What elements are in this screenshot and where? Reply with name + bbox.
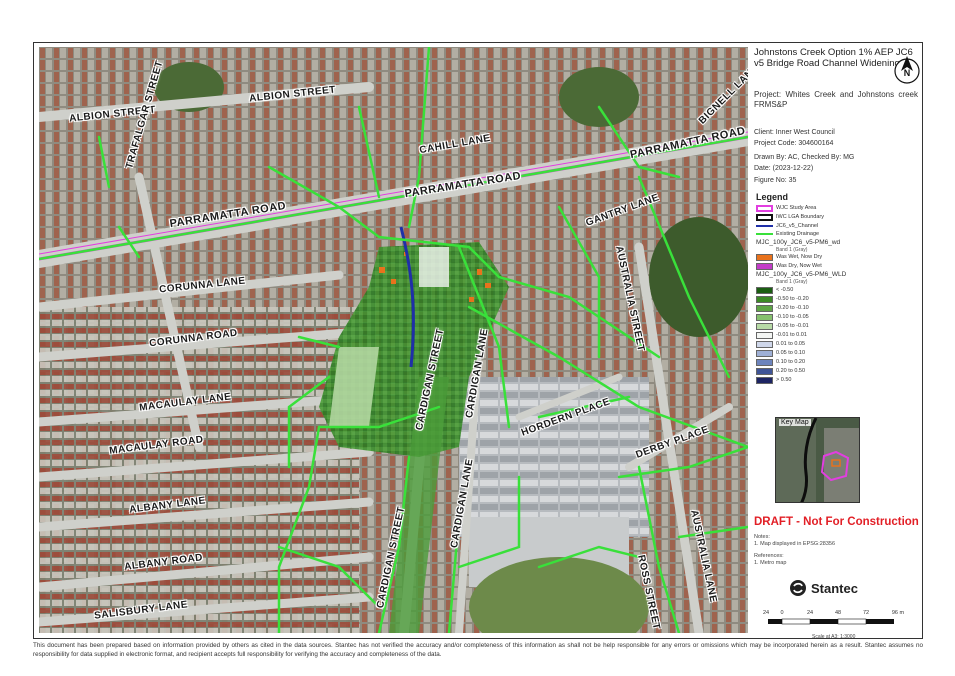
- legend-wd-heading: MJC_100y_JC6_v5-PM6_wd: [756, 239, 841, 246]
- stantec-logo-icon: [790, 580, 806, 596]
- legend-item-channel: JC6_v5_Channel: [756, 222, 818, 230]
- stantec-logo: Stantec: [789, 578, 858, 598]
- legend-item-wet-now-dry: Was Wet, Now Dry: [756, 253, 822, 261]
- notes-heading: Notes:: [754, 534, 770, 540]
- legend-wld-band: Band 1 (Gray): [776, 279, 808, 285]
- date-text: Date: (2023-12-22): [754, 165, 814, 172]
- draft-notice: DRAFT - Not For Construction: [754, 516, 919, 528]
- legend-wld-heading: MJC_100y_JC6_v5-PM6_WLD: [756, 271, 847, 278]
- key-map-canvas: [776, 418, 859, 502]
- legend-item-wld: -0.01 to 0.01: [756, 331, 807, 339]
- notes-text: 1. Map displayed in EPSG:28356: [754, 541, 836, 547]
- legend-item-wld: -0.20 to -0.10: [756, 304, 809, 312]
- legend-title: Legend: [756, 192, 789, 202]
- legend-item-wld: -0.50 to -0.20: [756, 295, 809, 303]
- figure-number-text: Figure No: 35: [754, 177, 797, 184]
- scale-tick: 24: [763, 610, 769, 616]
- key-map: Key Map: [775, 417, 860, 503]
- legend-item-wld: 0.10 to 0.20: [756, 358, 805, 366]
- legend-item-wld: > 0.50: [756, 376, 791, 384]
- scale-bar: 24 0 24 48 72 96 m: [763, 610, 905, 625]
- drawn-by-text: Drawn By: AC, Checked By: MG: [754, 154, 855, 161]
- legend-item-wld: -0.10 to -0.05: [756, 313, 809, 321]
- legend-item-wld: 0.01 to 0.05: [756, 340, 805, 348]
- scale-tick: 48: [835, 610, 841, 616]
- scale-tick: 0: [780, 610, 783, 616]
- map-view[interactable]: ALBION STREET ALBION STREET TRAFALGAR ST…: [39, 47, 748, 633]
- legend-item-lga-boundary: IWC LGA Boundary: [756, 213, 824, 221]
- legend-item-wld: -0.05 to -0.01: [756, 322, 809, 330]
- scale-tick: 96 m: [892, 610, 905, 616]
- legend-item-study-area: WJC Study Area: [756, 204, 816, 212]
- key-map-label: Key Map: [779, 419, 811, 426]
- title-block: Johnstons Creek Option 1% AEP JC6 v5 Bri…: [750, 47, 922, 638]
- references-heading: References:: [754, 553, 784, 559]
- legend-item-dry-now-wet: Was Dry, Now Wet: [756, 262, 822, 270]
- scale-tick: 72: [863, 610, 869, 616]
- project-code-text: Project Code: 304600164: [754, 140, 834, 147]
- logo-name: Stantec: [811, 580, 858, 596]
- north-label: N: [904, 68, 911, 78]
- scale-label: Scale at A3: 1:3000: [812, 634, 856, 640]
- legend-item-drainage: Existing Drainage: [756, 230, 819, 238]
- legend-item-wld: 0.05 to 0.10: [756, 349, 805, 357]
- legend-item-wld: < -0.50: [756, 286, 793, 294]
- disclaimer-text: This document has been prepared based on…: [33, 642, 923, 658]
- client-text: Client: Inner West Council: [754, 129, 835, 136]
- project-name: Project: Whites Creek and Johnstons cree…: [754, 90, 918, 109]
- legend-item-wld: 0.20 to 0.50: [756, 367, 805, 375]
- references-text: 1. Metro map: [754, 560, 787, 566]
- north-arrow-icon: N: [894, 56, 920, 84]
- scale-tick: 24: [807, 610, 813, 616]
